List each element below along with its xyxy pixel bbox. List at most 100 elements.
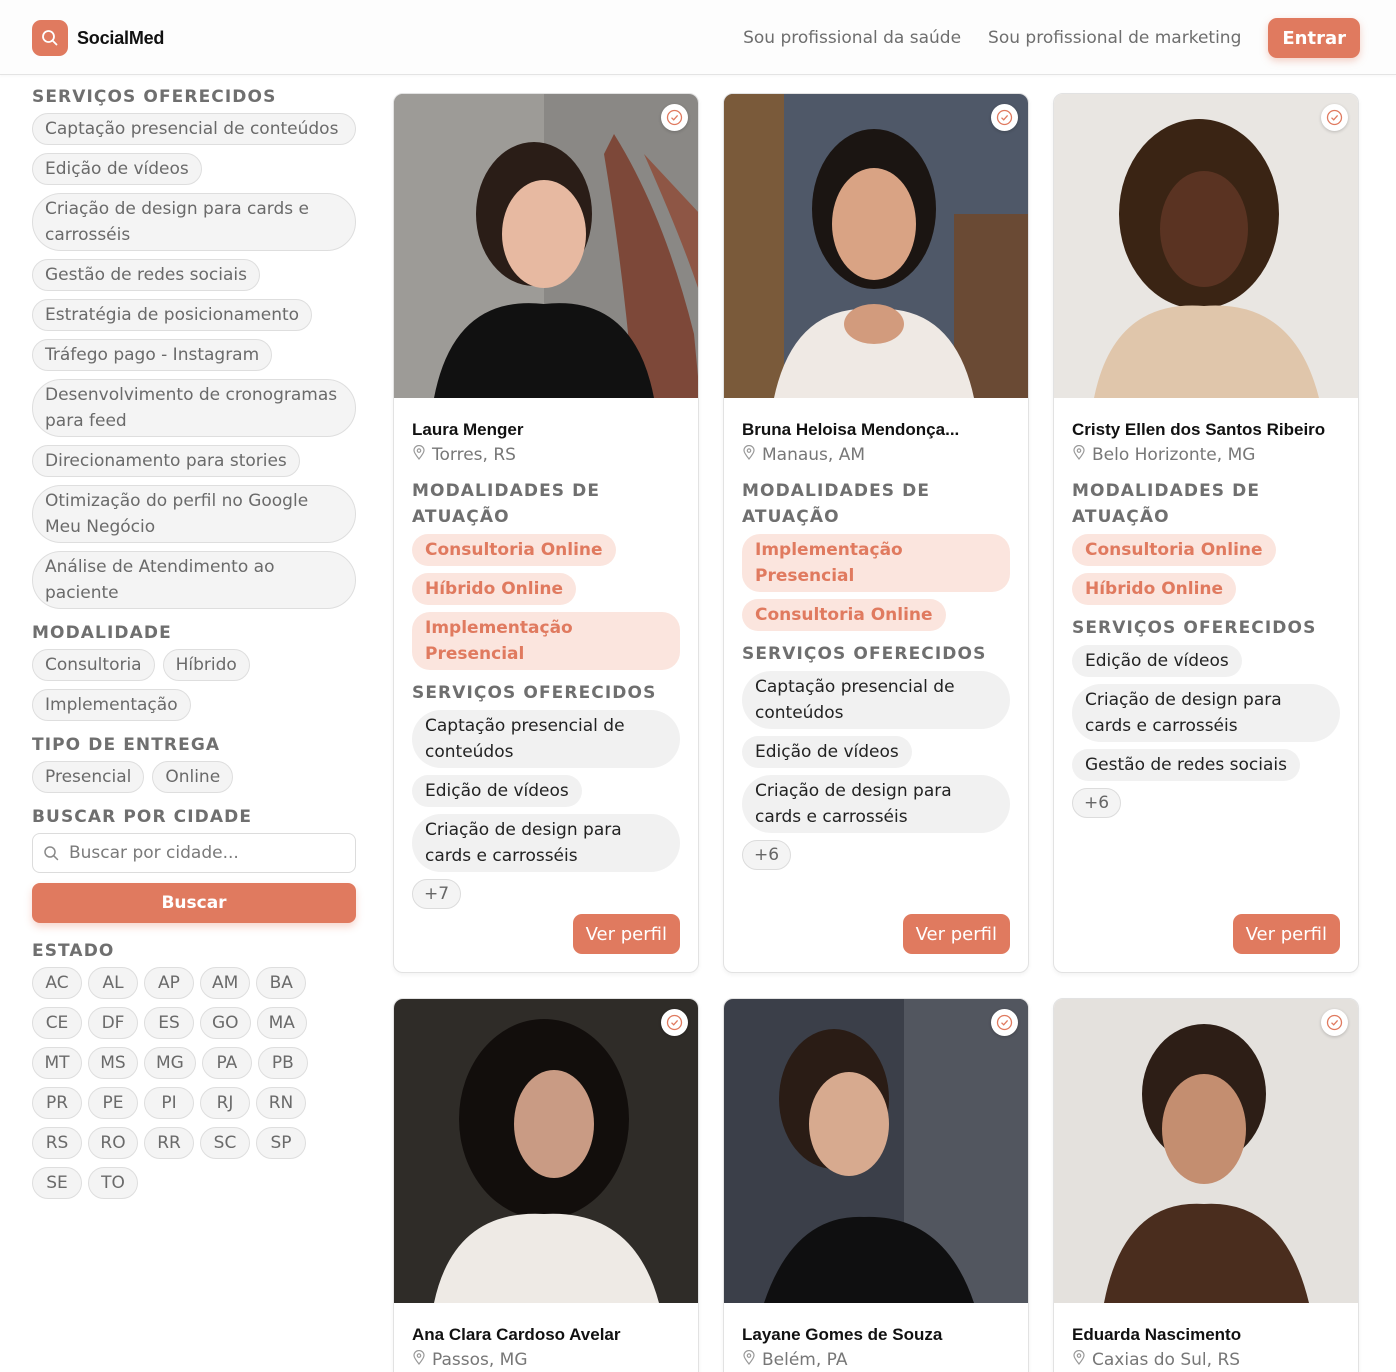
professional-location: Torres, RS — [412, 442, 680, 468]
search-icon — [43, 845, 60, 866]
more-services-chip[interactable]: +7 — [412, 879, 462, 909]
professional-card[interactable]: Laura Menger Torres, RS MODALIDADES DE A… — [393, 93, 699, 973]
service-chip: Captação presencial de conteúdos — [742, 671, 1010, 729]
view-profile-button[interactable]: Ver perfil — [572, 914, 680, 954]
filter-chip-state[interactable]: MA — [256, 1007, 307, 1039]
filter-chip-service[interactable]: Captação presencial de conteúdos — [32, 113, 356, 145]
modality-chips: Consultoria Online Híbrido Online Implem… — [412, 534, 680, 670]
modality-chip: Consultoria Online — [1072, 534, 1276, 566]
filter-chip-service[interactable]: Gestão de redes sociais — [32, 259, 260, 291]
services-title: SERVIÇOS OFERECIDOS — [412, 683, 657, 703]
modality-chips: Implementação Presencial Consultoria Onl… — [742, 534, 1010, 631]
filter-chip-state[interactable]: RO — [88, 1127, 138, 1159]
professional-card[interactable]: Bruna Heloisa Mendonça... Manaus, AM MOD… — [723, 93, 1029, 973]
modality-chip: Híbrido Online — [412, 573, 577, 605]
modality-chip: Implementação Presencial — [742, 534, 1010, 592]
professional-card[interactable]: Layane Gomes de Souza Belém, PA — [723, 998, 1029, 1372]
filter-chip-state[interactable]: MS — [88, 1047, 138, 1079]
filter-chip-state[interactable]: TO — [88, 1167, 138, 1199]
filter-chip-state[interactable]: DF — [88, 1007, 138, 1039]
city-search-input[interactable] — [69, 834, 349, 871]
filter-chip-state[interactable]: RJ — [200, 1087, 250, 1119]
view-profile-button[interactable]: Ver perfil — [902, 914, 1010, 954]
modalities-title: MODALIDADES DE ATUAÇÃO — [742, 481, 931, 527]
filter-chip-service[interactable]: Tráfego pago - Instagram — [32, 339, 273, 371]
professional-card[interactable]: Eduarda Nascimento Caxias do Sul, RS — [1053, 998, 1359, 1372]
modality-chips: Consultoria Online Híbrido Online — [1072, 534, 1340, 605]
more-services-chip[interactable]: +6 — [742, 840, 792, 870]
filter-chip-state[interactable]: RR — [144, 1127, 194, 1159]
filter-chip-service[interactable]: Direcionamento para stories — [32, 445, 300, 477]
filter-chip-state[interactable]: SE — [32, 1167, 82, 1199]
filter-chip-state[interactable]: AM — [200, 967, 251, 999]
service-chips: Captação presencial de conteúdos Edição … — [742, 671, 1010, 870]
nav-marketing-professional[interactable]: Sou profissional de marketing — [988, 28, 1241, 48]
filter-chip-state[interactable]: SP — [256, 1127, 306, 1159]
filter-chip-state[interactable]: GO — [200, 1007, 251, 1039]
filter-chip-state[interactable]: MG — [144, 1047, 196, 1079]
login-button[interactable]: Entrar — [1268, 18, 1360, 58]
professional-name: Laura Menger — [412, 420, 524, 439]
services-filter-chips: Captação presencial de conteúdos Edição … — [32, 113, 356, 609]
map-pin-icon — [742, 1347, 756, 1372]
profile-photo — [724, 999, 1028, 1303]
filter-chip-service[interactable]: Estratégia de posicionamento — [32, 299, 313, 331]
filter-chip-state[interactable]: CE — [32, 1007, 82, 1039]
service-chip: Edição de vídeos — [1072, 645, 1242, 677]
filter-chip-state[interactable]: SC — [200, 1127, 250, 1159]
filter-chip-service[interactable]: Criação de design para cards e carrosséi… — [32, 193, 356, 251]
modality-chip: Implementação Presencial — [412, 612, 680, 670]
map-pin-icon — [1072, 442, 1086, 468]
filter-chip-modality[interactable]: Implementação — [32, 689, 191, 721]
filter-chip-state[interactable]: PI — [144, 1087, 194, 1119]
location-text: Caxias do Sul, RS — [1092, 1350, 1241, 1370]
filter-chip-state[interactable]: MT — [32, 1047, 82, 1079]
location-text: Belo Horizonte, MG — [1092, 445, 1256, 465]
filter-chip-service[interactable]: Otimização do perfil no Google Meu Negóc… — [32, 485, 356, 543]
verified-badge-icon — [1321, 1009, 1348, 1036]
filter-chip-service[interactable]: Edição de vídeos — [32, 153, 202, 185]
professional-name: Ana Clara Cardoso Avelar — [412, 1325, 621, 1344]
filter-chip-state[interactable]: AC — [32, 967, 82, 999]
professional-location: Manaus, AM — [742, 442, 1010, 468]
services-title: SERVIÇOS OFERECIDOS — [742, 644, 987, 664]
filter-chip-state[interactable]: PR — [32, 1087, 82, 1119]
filter-chip-service[interactable]: Análise de Atendimento ao paciente — [32, 551, 356, 609]
modality-chip: Consultoria Online — [412, 534, 616, 566]
nav-health-professional[interactable]: Sou profissional da saúde — [743, 28, 961, 48]
professional-card[interactable]: Ana Clara Cardoso Avelar Passos, MG — [393, 998, 699, 1372]
view-profile-button[interactable]: Ver perfil — [1232, 914, 1340, 954]
filter-chip-modality[interactable]: Híbrido — [162, 649, 250, 681]
verified-badge-icon — [1321, 104, 1348, 131]
professional-card[interactable]: Cristy Ellen dos Santos Ribeiro Belo Hor… — [1053, 93, 1359, 973]
service-chip: Gestão de redes sociais — [1072, 749, 1300, 781]
profile-photo — [394, 999, 698, 1303]
filter-chip-state[interactable]: BA — [256, 967, 307, 999]
filter-chip-state[interactable]: PB — [257, 1047, 308, 1079]
filter-chip-state[interactable]: AL — [88, 967, 138, 999]
filter-chip-delivery[interactable]: Presencial — [32, 761, 145, 793]
map-pin-icon — [742, 442, 756, 468]
filter-chip-state[interactable]: PA — [201, 1047, 252, 1079]
filter-chip-state[interactable]: AP — [144, 967, 194, 999]
filter-chip-state[interactable]: ES — [144, 1007, 194, 1039]
service-chip: Edição de vídeos — [412, 775, 582, 807]
more-services-chip[interactable]: +6 — [1072, 788, 1122, 818]
modality-chip: Consultoria Online — [742, 599, 946, 631]
service-chip: Edição de vídeos — [742, 736, 912, 768]
filter-chip-service[interactable]: Desenvolvimento de cronogramas para feed — [32, 379, 356, 437]
filter-chip-state[interactable]: RN — [256, 1087, 306, 1119]
filter-chip-delivery[interactable]: Online — [152, 761, 234, 793]
search-button[interactable]: Buscar — [32, 883, 356, 923]
map-pin-icon — [412, 1347, 426, 1372]
logo[interactable]: SocialMed — [32, 20, 164, 56]
verified-badge-icon — [991, 104, 1018, 131]
filter-chip-state[interactable]: RS — [32, 1127, 82, 1159]
profile-photo — [1054, 94, 1358, 398]
filter-chip-modality[interactable]: Consultoria — [32, 649, 155, 681]
professional-name: Layane Gomes de Souza — [742, 1325, 943, 1344]
filter-chip-state[interactable]: PE — [88, 1087, 138, 1119]
filters-sidebar: SERVIÇOS OFERECIDOS Captação presencial … — [32, 86, 356, 1199]
city-search-box — [32, 833, 356, 873]
verified-badge-icon — [991, 1009, 1018, 1036]
